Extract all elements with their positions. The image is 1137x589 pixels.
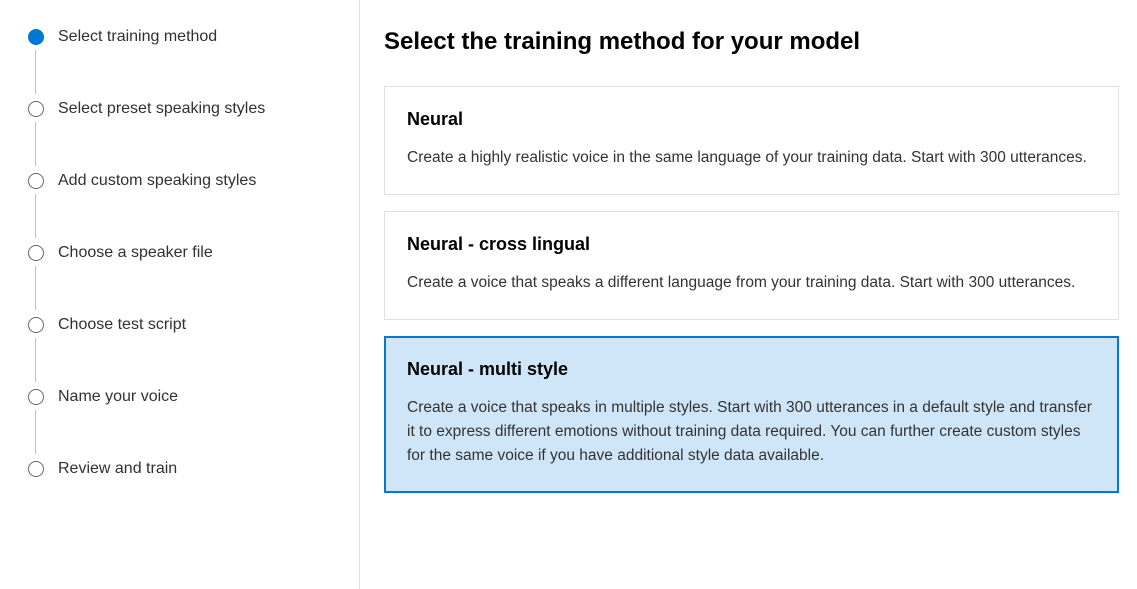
step-label: Name your voice bbox=[58, 388, 178, 406]
step-list: Select training method Select preset spe… bbox=[28, 28, 339, 478]
step-label: Select training method bbox=[58, 28, 217, 46]
option-neural[interactable]: Neural Create a highly realistic voice i… bbox=[384, 86, 1119, 195]
step-connector-line bbox=[35, 410, 36, 454]
option-description: Create a highly realistic voice in the s… bbox=[407, 146, 1096, 170]
option-description: Create a voice that speaks in multiple s… bbox=[407, 396, 1096, 468]
step-indicator-icon bbox=[28, 317, 44, 333]
option-description: Create a voice that speaks a different l… bbox=[407, 271, 1096, 295]
step-review-and-train[interactable]: Review and train bbox=[28, 460, 339, 478]
step-indicator-icon bbox=[28, 29, 44, 45]
step-label: Review and train bbox=[58, 460, 177, 478]
step-indicator-icon bbox=[28, 173, 44, 189]
step-connector-line bbox=[35, 194, 36, 238]
option-neural-cross-lingual[interactable]: Neural - cross lingual Create a voice th… bbox=[384, 211, 1119, 320]
step-label: Choose test script bbox=[58, 316, 186, 334]
step-connector-line bbox=[35, 122, 36, 166]
option-title: Neural - multi style bbox=[407, 359, 1096, 380]
step-connector-line bbox=[35, 266, 36, 310]
step-select-training-method[interactable]: Select training method bbox=[28, 28, 339, 100]
step-add-custom-styles[interactable]: Add custom speaking styles bbox=[28, 172, 339, 244]
option-title: Neural - cross lingual bbox=[407, 234, 1096, 255]
wizard-sidebar: Select training method Select preset spe… bbox=[0, 0, 360, 589]
option-neural-multi-style[interactable]: Neural - multi style Create a voice that… bbox=[384, 336, 1119, 493]
step-choose-test-script[interactable]: Choose test script bbox=[28, 316, 339, 388]
step-indicator-icon bbox=[28, 245, 44, 261]
page-title: Select the training method for your mode… bbox=[384, 28, 1119, 56]
step-choose-speaker-file[interactable]: Choose a speaker file bbox=[28, 244, 339, 316]
step-indicator-icon bbox=[28, 101, 44, 117]
step-label: Add custom speaking styles bbox=[58, 172, 256, 190]
option-title: Neural bbox=[407, 109, 1096, 130]
step-label: Select preset speaking styles bbox=[58, 100, 265, 118]
step-name-your-voice[interactable]: Name your voice bbox=[28, 388, 339, 460]
main-content: Select the training method for your mode… bbox=[360, 0, 1137, 589]
step-connector-line bbox=[35, 338, 36, 382]
step-indicator-icon bbox=[28, 389, 44, 405]
step-label: Choose a speaker file bbox=[58, 244, 213, 262]
step-connector-line bbox=[35, 50, 36, 94]
step-select-preset-styles[interactable]: Select preset speaking styles bbox=[28, 100, 339, 172]
step-indicator-icon bbox=[28, 461, 44, 477]
